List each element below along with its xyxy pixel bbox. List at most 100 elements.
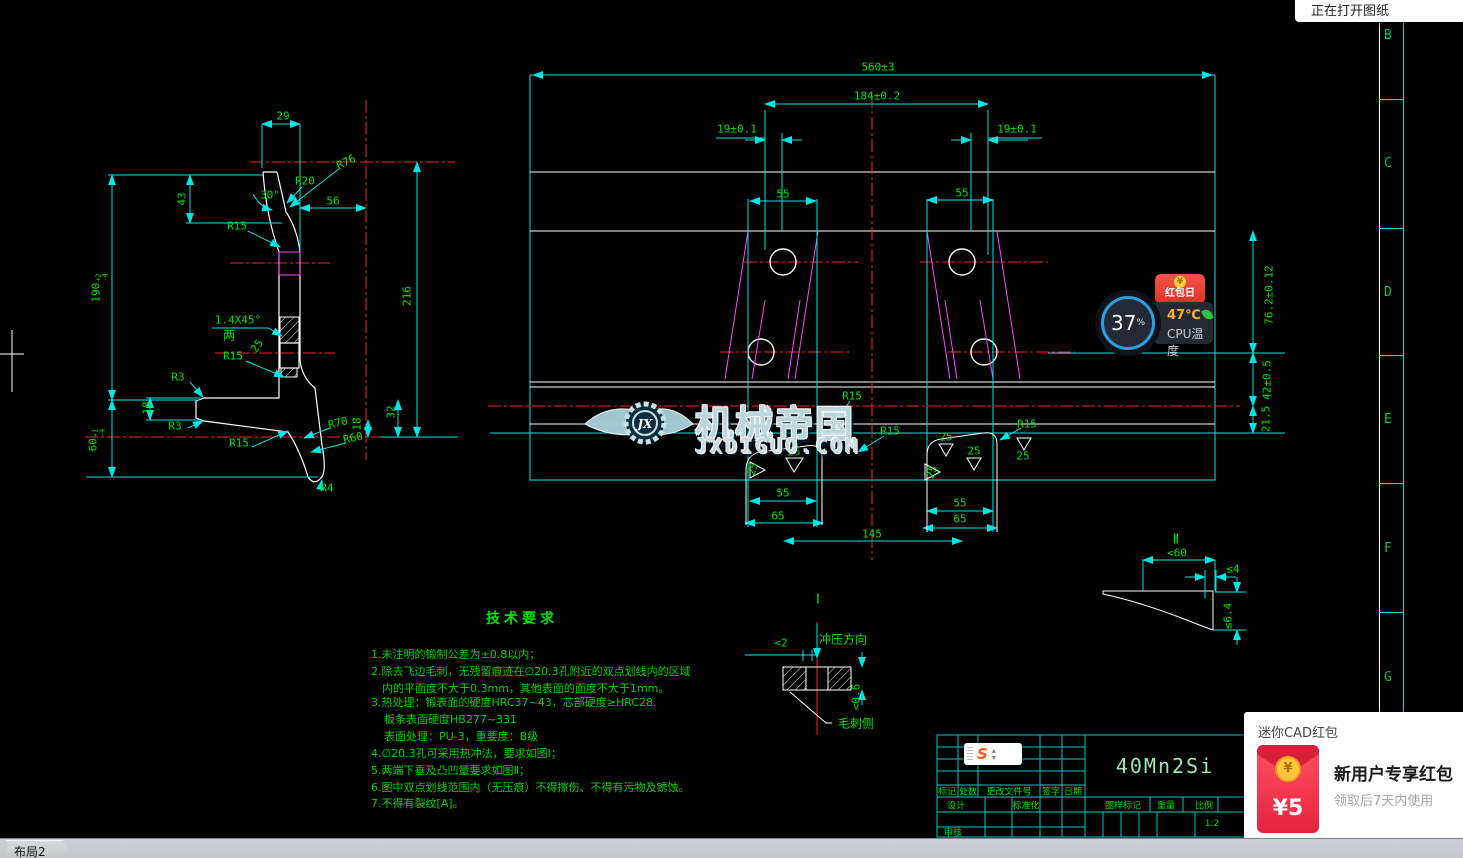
detail-2-label: Ⅱ [1173,535,1180,546]
dim-19-right: 19±0.1 [997,124,1037,135]
tb-header-changefile: 更改文件号 [986,785,1031,798]
loading-toast: 正在打开图纸 [1295,0,1463,22]
cpu-temp-panel: 47℃ CPU温度 [1153,302,1213,344]
tech-req-line: 内的平面度不大于0.3mm，其他表面的面度不大于1mm。 [382,683,669,695]
rough-25-f: 25 [1016,451,1029,462]
cad-viewport: 29 R76 R20 43 30° 56 R15 190+2-4 216 1.4… [0,0,1463,858]
dim-chamfer: 1.4X45° [215,315,261,326]
dim-r20: R20 [295,176,315,187]
zone-letter-f: F [1384,541,1392,556]
tb-header-date: 日期 [1064,785,1082,798]
tb-header-count: 处数 [959,785,977,798]
spinner-arrows-icon[interactable]: ▴▾ [992,747,996,761]
tech-req-title: 技术要求 [486,608,558,628]
cpu-widget[interactable]: ¥ 红包日 47℃ CPU温度 37% [1098,270,1218,356]
layout-tab[interactable]: 布局2 [6,840,76,858]
dim-le4: ≤4 [1226,564,1239,575]
tech-req-line: 4.∅20.3孔可采用热冲法，要求如图Ⅰ； [371,748,562,760]
dim-r15-upper: R15 [227,221,247,232]
dim-216: 216 [402,286,413,306]
layout-tab-label: 布局2 [14,843,76,858]
dim-lt60: <60 [1167,548,1187,559]
dim-r4: R4 [320,483,333,494]
mini-toolbar[interactable]: S ▴▾ [964,743,1022,765]
dim-65-right: 65 [953,514,966,525]
tb-header-mark: 标记 [938,785,956,798]
zone-letter-b: B [1384,28,1392,43]
cpu-usage-gauge[interactable]: 37% [1098,293,1158,353]
note-char: 两 [223,331,235,342]
dim-18-left: 18 [142,401,153,414]
dim-55-lower-left: 55 [776,488,789,499]
cpu-temp-value: 47℃ [1167,308,1201,323]
stamp-direction-label: 冲压方向 [819,635,867,646]
dim-lt2: <2 [774,638,787,649]
status-bar: 布局2 [0,838,1463,858]
dim-21.5: 21.5 [1261,406,1272,433]
dim-184: 184±0.2 [854,91,900,102]
dim-56: 56 [326,196,339,207]
dim-32: 32 [386,405,397,418]
tech-req-line: 2.除去飞边毛刺，无残留痕迹在∅20.3孔附近的双点划线内的区域 [371,666,691,678]
red-packet-amount: ¥5 [1257,796,1319,821]
tech-req-line: 6.图中双点划线范围内（无压痕）不得擦伤、不得有污物及锈蚀。 [371,782,690,794]
red-packet-note: 领取后7天内使用 [1334,790,1433,809]
dim-r15-mid: R15 [223,351,243,362]
tb-audit: 审核 [944,826,962,839]
tb-design: 设计 [947,799,965,812]
cpu-usage-unit: % [1136,318,1145,328]
tech-req-line: 板条表面硬度HB277~331 [384,714,517,726]
dim-30deg: 30° [260,190,280,201]
tb-standardize: 标准化 [1012,799,1039,812]
red-packet-title: 迷你CAD红包 [1258,722,1463,741]
gold-coin-icon: ¥ [1275,756,1301,782]
dim-19-left: 19±0.1 [717,124,757,135]
dim-r15-foot: R15 [229,438,249,449]
dim-55-upper-left: 55 [776,189,789,200]
tech-req-line: 1.未注明的锻制公差为±0.8以内； [371,649,540,661]
drag-handle-icon[interactable] [967,747,973,761]
red-packet-popup: 迷你CAD红包 ¥ ¥5 新用户专享红包 领取后7天内使用 [1244,712,1463,846]
red-packet-day-badge[interactable]: ¥ 红包日 [1155,274,1205,304]
red-envelope-icon[interactable]: ¥ ¥5 [1257,745,1319,833]
rough-25-c: 25 [939,432,952,443]
dim-65-left: 65 [771,511,784,522]
tb-scale-value: 1:2 [1205,819,1219,829]
dim-le0.6: <0.6 [851,684,862,711]
burr-side-label: 毛刺侧 [838,719,874,730]
material-spec: 40Mn2Si [1116,754,1214,778]
zone-letter-c: C [1384,156,1392,171]
dim-55-upper-right: 55 [955,188,968,199]
badge-label: 红包日 [1155,288,1205,300]
dim-r15-tab-right: R15 [1017,419,1037,430]
zone-letter-d: D [1384,285,1392,300]
coin-icon: ¥ [1174,276,1186,288]
red-packet-headline: 新用户专享红包 [1334,760,1453,785]
zone-letter-g: G [1384,670,1392,685]
cpu-temp-label: CPU温度 [1167,325,1213,359]
tb-ratio: 比例 [1195,799,1213,812]
watermark-logo-icon: JX [583,386,695,464]
tech-req-line: 5.两端下垂及凸凹量要求如图Ⅱ； [371,765,530,777]
leaf-icon [1201,308,1214,322]
rough-25-d: 25 [967,446,980,457]
tb-drawing-mark: 图样标记 [1105,799,1141,812]
dim-55-lower-right: 55 [953,498,966,509]
dim-r3-lower: R3 [168,421,181,432]
dim-560: 560±3 [861,62,894,73]
dim-18-right: 18 [352,417,363,430]
watermark-url: JXDIGUO.COM [695,434,860,458]
app-s-logo-icon[interactable]: S [977,745,988,763]
dim-42: 42±0.5 [1262,360,1273,400]
dim-60-tol: 60+1-4 [88,429,107,452]
tech-req-line: 7.不得有裂纹[A]。 [371,798,464,810]
cpu-usage-value: 37 [1111,311,1136,335]
svg-text:JX: JX [636,417,654,431]
dim-190-tol: 190+2-4 [91,273,110,302]
loading-toast-text: 正在打开图纸 [1311,0,1389,19]
tech-req-line: 表面处理：PU-3，重要度：B级 [384,731,538,743]
tech-req-line: 3.热处理：锻表面的硬度HRC37~43，芯部硬度≥HRC28. [371,697,657,709]
detail-1-label: Ⅰ [816,595,820,606]
dim-43: 43 [177,192,188,205]
zone-letter-e: E [1384,412,1392,427]
